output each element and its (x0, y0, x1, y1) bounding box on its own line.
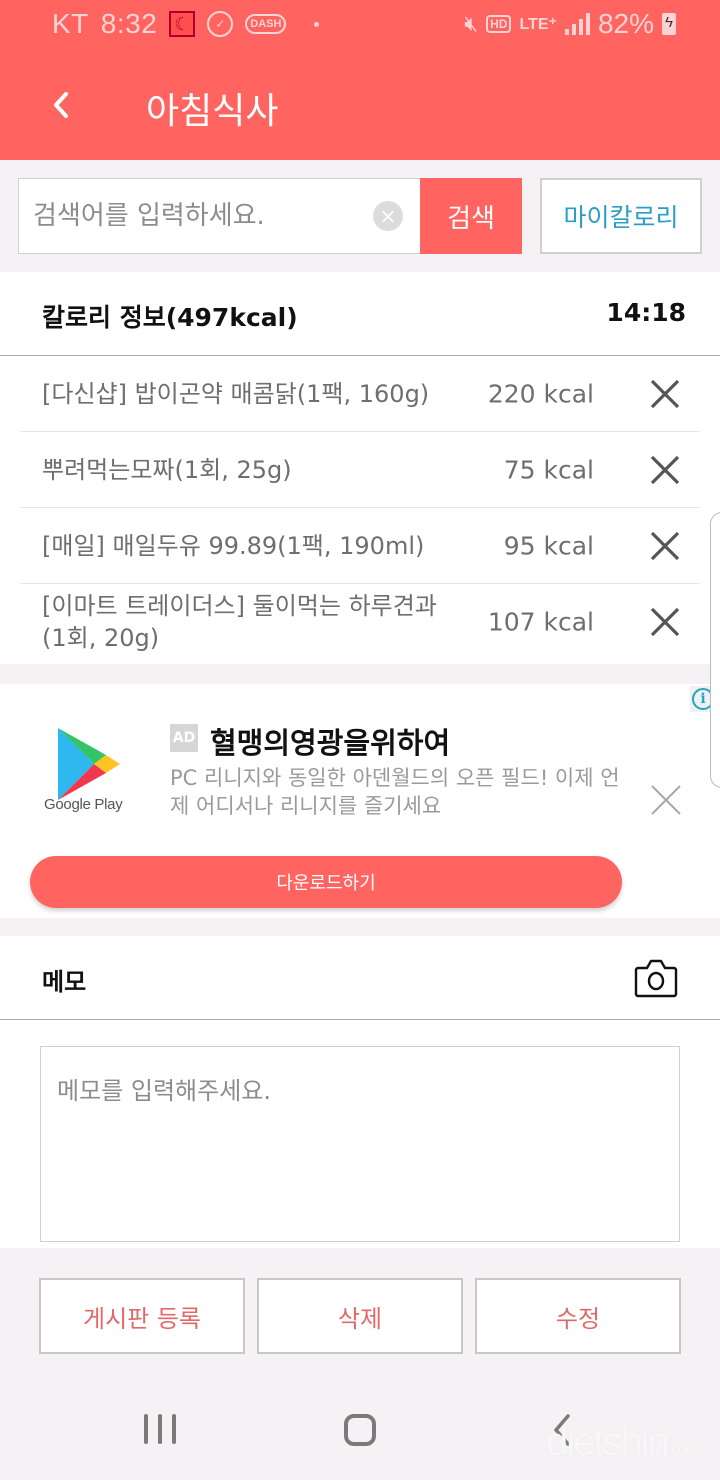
calorie-info-section: 칼로리 정보(497kcal) 14:18 [다신샵] 밥이곤약 매콤닭(1팩,… (0, 272, 720, 664)
page-title: 아침식사 (146, 91, 279, 132)
edge-panel-handle[interactable] (710, 512, 720, 788)
food-item[interactable]: 뿌려먹는모짜(1회, 25g) 75 kcal (20, 432, 700, 508)
delete-button[interactable]: 삭제 (257, 1278, 463, 1354)
watermark-suffix: .com (667, 1439, 701, 1459)
delete-food-button[interactable] (648, 453, 682, 487)
watermark-text: dietshin (546, 1420, 670, 1464)
clear-search-button[interactable]: × (373, 201, 403, 231)
camera-icon (634, 959, 678, 998)
action-buttons: 게시판 등록 삭제 수정 (0, 1248, 720, 1378)
food-kcal: 220 kcal (487, 379, 594, 408)
clear-circle-icon: × (379, 204, 397, 228)
close-icon (650, 379, 680, 408)
ad-download-button[interactable]: 다운로드하기 (30, 856, 622, 908)
food-item[interactable]: [다신샵] 밥이곤약 매콤닭(1팩, 160g) 220 kcal (20, 356, 700, 432)
more-notifications-dot-icon (314, 21, 320, 27)
food-kcal: 95 kcal (503, 531, 594, 560)
google-play-label: Google Play (44, 796, 123, 813)
search-box: × (18, 178, 422, 254)
memo-title: 메모 (42, 968, 87, 996)
post-to-board-button[interactable]: 게시판 등록 (39, 1278, 245, 1354)
hd-voice-icon: HD (486, 15, 512, 33)
food-name: [매일] 매일두유 99.89(1팩, 190ml) (42, 531, 425, 560)
search-row: × 검색 마이칼로리 (0, 160, 720, 272)
close-icon (650, 455, 680, 484)
ad-banner[interactable]: i Google Play AD 혈맹의영광을위하여 PC 리니지와 동일한 아… (0, 684, 720, 918)
app-header: 아침식사 (0, 60, 720, 160)
calorie-info-title: 칼로리 정보(497kcal) (42, 303, 298, 332)
close-icon (650, 531, 680, 560)
calendar-moon-icon: ☾ (169, 11, 196, 37)
food-list: [다신샵] 밥이곤약 매콤닭(1팩, 160g) 220 kcal 뿌려먹는모짜… (20, 356, 700, 660)
memo-input[interactable] (40, 1046, 680, 1242)
ad-close-button[interactable] (648, 782, 684, 818)
battery-percent: 82% (597, 8, 654, 39)
recent-apps-button[interactable] (144, 1414, 176, 1446)
food-kcal: 107 kcal (487, 607, 594, 637)
close-icon (651, 785, 681, 815)
delete-food-button[interactable] (648, 377, 682, 411)
food-item[interactable]: [이마트 트레이더스] 둘이먹는 하루견과(1회, 20g) 107 kcal (20, 584, 700, 660)
top-bar: KT 8:32 ☾ ✓ DASH 🔇︎ HD LTE⁺ 82% 아침식사 (0, 0, 720, 160)
camera-button[interactable] (634, 958, 678, 998)
memo-section: 메모 (0, 936, 720, 1248)
watermark: dietshin.com (546, 1420, 701, 1465)
status-bar: KT 8:32 ☾ ✓ DASH 🔇︎ HD LTE⁺ 82% (0, 0, 720, 50)
recent-apps-icon (144, 1414, 148, 1444)
food-name: [이마트 트레이더스] 둘이먹는 하루견과(1회, 20g) (42, 592, 437, 652)
food-name: 뿌려먹는모짜(1회, 25g) (42, 455, 292, 484)
chevron-left-icon (54, 92, 68, 118)
food-kcal: 75 kcal (503, 455, 594, 484)
search-button[interactable]: 검색 (420, 178, 522, 254)
ad-description: PC 리니지와 동일한 아덴월드의 오픈 필드! 이제 언제 어디서나 리니지를… (170, 766, 620, 818)
delete-food-button[interactable] (648, 605, 682, 639)
home-button[interactable] (344, 1414, 376, 1446)
food-item[interactable]: [매일] 매일두유 99.89(1팩, 190ml) 95 kcal (20, 508, 700, 584)
delete-food-button[interactable] (648, 529, 682, 563)
calorie-info-header: 칼로리 정보(497kcal) 14:18 (0, 272, 720, 356)
battery-charging-icon (662, 13, 676, 35)
meal-time[interactable]: 14:18 (606, 298, 686, 327)
food-name: [다신샵] 밥이곤약 매콤닭(1팩, 160g) (42, 379, 430, 408)
search-input[interactable] (33, 179, 363, 253)
edit-button[interactable]: 수정 (475, 1278, 681, 1354)
clock: 8:32 (100, 8, 158, 39)
close-icon (650, 607, 680, 637)
carrier-label: KT (52, 8, 89, 39)
ad-badge: AD (170, 724, 198, 752)
back-button[interactable] (36, 80, 86, 130)
mute-icon: 🔇︎ (464, 11, 479, 36)
my-calorie-button[interactable]: 마이칼로리 (540, 178, 702, 254)
ad-title: 혈맹의영광을위하여 (210, 726, 451, 760)
memo-header: 메모 (0, 936, 720, 1020)
dash-app-icon: DASH (245, 14, 287, 34)
lte-plus-icon: LTE⁺ (519, 16, 557, 33)
system-nav-bar: dietshin.com (0, 1380, 720, 1480)
stopwatch-icon: ✓ (207, 11, 234, 37)
signal-icon (564, 13, 590, 35)
